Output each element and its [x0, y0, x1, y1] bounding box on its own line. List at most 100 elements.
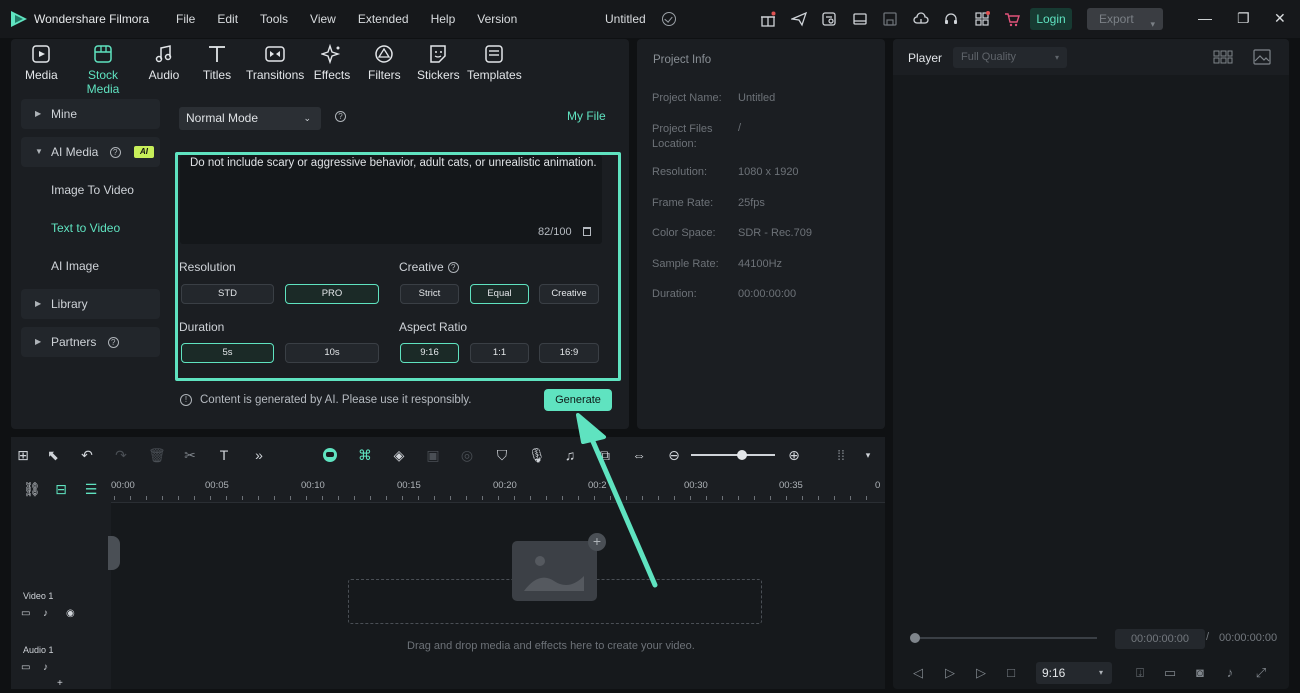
tab-filters[interactable]: Filters — [368, 44, 401, 82]
help-icon[interactable]: ? — [107, 337, 119, 349]
help-icon[interactable]: ? — [109, 147, 121, 159]
keyframe-icon[interactable]: ◈ — [391, 447, 407, 463]
camera-icon[interactable]: ◙ — [1193, 666, 1207, 680]
sticker-icon — [430, 45, 446, 63]
sidebar-item-mine[interactable]: ▶ Mine — [21, 99, 160, 129]
grid-view-icon[interactable] — [1213, 50, 1233, 64]
chevron-down-icon[interactable]: ▾ — [860, 447, 876, 463]
microphone-icon[interactable]: 🎙︎ — [528, 447, 546, 463]
tab-templates[interactable]: Templates — [467, 44, 522, 82]
tab-audio[interactable]: Audio — [147, 44, 181, 82]
image-icon[interactable] — [1253, 49, 1271, 65]
zoom-knob[interactable] — [737, 450, 747, 460]
media-library-icon[interactable] — [821, 11, 837, 27]
player-scrubber[interactable] — [913, 637, 1097, 639]
fit-icon[interactable]: ⇔ — [631, 447, 647, 463]
maximize-icon[interactable]: ❐ — [1237, 10, 1250, 27]
volume-icon[interactable]: ♪ — [43, 663, 54, 673]
render-icon[interactable]: ▣ — [425, 447, 441, 463]
quality-select[interactable]: Full Quality ▾ — [953, 47, 1067, 68]
sidebar-item-label: Partners — [51, 335, 97, 349]
tab-stickers[interactable]: Stickers — [417, 44, 460, 82]
playhead-handle[interactable] — [108, 536, 120, 570]
music-list-icon[interactable]: ♫ — [562, 447, 578, 463]
link-icon[interactable]: ⛓ — [23, 481, 41, 497]
sidebar-item-ai-image[interactable]: AI Image — [21, 251, 160, 281]
sidebar-item-partners[interactable]: ▶ Partners ? — [21, 327, 160, 357]
track-manager-icon[interactable]: ☰ — [83, 481, 99, 497]
shield-icon[interactable]: ⛉ — [494, 447, 510, 463]
undo-icon[interactable]: ↶ — [79, 447, 95, 463]
menu-view[interactable]: View — [310, 12, 336, 26]
next-frame-icon[interactable]: ▷ — [943, 666, 957, 680]
login-button[interactable]: Login — [1030, 8, 1072, 30]
cloud-upload-icon[interactable] — [912, 11, 929, 27]
timeline-ruler[interactable]: 00:00 00:05 00:10 00:15 00:20 00:2 00:30… — [111, 473, 885, 503]
zoom-in-icon[interactable]: ⊕ — [786, 447, 802, 463]
more-tools-icon[interactable]: » — [251, 447, 267, 463]
add-track-icon[interactable]: ⊟ — [53, 481, 69, 497]
folder-icon[interactable]: ▭ — [21, 609, 32, 619]
mark-icon[interactable]: ⍗ — [1133, 666, 1147, 680]
export-button[interactable]: Export ▾ — [1087, 8, 1163, 30]
menu-version[interactable]: Version — [477, 12, 517, 26]
eye-icon[interactable]: ◉ — [66, 609, 77, 619]
scrubber-knob[interactable] — [910, 633, 920, 643]
stabilize-icon[interactable]: ◎ — [459, 447, 475, 463]
volume-icon[interactable]: ♪ — [1223, 666, 1237, 680]
apps-grid-icon[interactable] — [974, 11, 990, 27]
tab-transitions[interactable]: Transitions — [246, 44, 304, 82]
tab-media[interactable]: Media — [25, 44, 58, 82]
tab-stock-media[interactable]: Stock Media — [71, 44, 135, 96]
select-tool-icon[interactable]: ⬉ — [45, 447, 61, 463]
send-icon[interactable] — [790, 11, 807, 27]
volume-icon[interactable]: ♪ — [43, 609, 54, 619]
grid-menu-icon[interactable]: ⁞⁞ — [833, 447, 849, 463]
generate-button[interactable]: Generate — [544, 389, 612, 411]
player-ratio-select[interactable]: 9:16 ▾ — [1036, 662, 1112, 684]
text-tool-icon[interactable]: T — [216, 447, 232, 463]
ai-notice: Content is generated by AI. Please use i… — [200, 394, 472, 406]
mode-select[interactable]: Normal Mode ⌄ — [179, 107, 321, 130]
help-icon[interactable]: ? — [335, 111, 346, 122]
save-icon[interactable] — [882, 11, 898, 27]
layout-icon[interactable] — [852, 11, 868, 27]
redo-icon[interactable]: ↷ — [113, 447, 129, 463]
add-media-icon[interactable]: + — [588, 533, 606, 551]
fullscreen-icon[interactable]: ⤢ — [1254, 666, 1268, 680]
minimize-icon[interactable]: — — [1198, 10, 1212, 26]
zoom-slider[interactable] — [691, 454, 775, 456]
my-file-link[interactable]: My File — [567, 109, 606, 123]
delete-icon[interactable]: 🗑︎ — [148, 447, 166, 463]
ai-mate-icon[interactable] — [322, 447, 338, 463]
menu-tools[interactable]: Tools — [260, 12, 288, 26]
stop-icon[interactable]: □ — [1004, 666, 1018, 680]
sidebar-item-ai-media[interactable]: ▼ AI Media ? AI — [21, 137, 160, 167]
add-icon[interactable]: + — [57, 679, 68, 689]
display-icon[interactable]: ▭ — [1163, 666, 1177, 680]
menu-edit[interactable]: Edit — [217, 12, 238, 26]
cart-icon[interactable] — [1004, 11, 1020, 27]
tab-effects[interactable]: Effects — [313, 44, 351, 82]
sidebar-item-library[interactable]: ▶ Library — [21, 289, 160, 319]
play-icon[interactable]: ▷ — [974, 666, 988, 680]
folder-icon[interactable]: ▭ — [21, 663, 32, 673]
sidebar-item-image-to-video[interactable]: Image To Video — [21, 175, 160, 205]
close-icon[interactable]: ✕ — [1274, 10, 1286, 27]
timeline-tracks[interactable]: 00:00 00:05 00:10 00:15 00:20 00:2 00:30… — [108, 473, 885, 689]
tab-titles[interactable]: Titles — [202, 44, 232, 82]
headset-icon[interactable] — [943, 11, 959, 27]
menu-help[interactable]: Help — [431, 12, 456, 26]
ruler-tick-label: 0 — [875, 480, 881, 491]
replace-icon[interactable]: ⧉ — [597, 447, 613, 463]
layout-grid-icon[interactable]: ⊞ — [15, 447, 31, 463]
menu-file[interactable]: File — [176, 12, 195, 26]
sidebar-item-text-to-video[interactable]: Text to Video — [21, 213, 160, 243]
menu-extended[interactable]: Extended — [358, 12, 409, 26]
gift-icon[interactable] — [760, 11, 776, 27]
snap-icon[interactable]: ⌘ — [357, 447, 373, 463]
info-value: 1080 x 1920 — [738, 166, 799, 178]
cut-icon[interactable]: ✂ — [182, 447, 198, 463]
zoom-out-icon[interactable]: ⊖ — [666, 447, 682, 463]
prev-frame-icon[interactable]: ◁ — [911, 666, 925, 680]
